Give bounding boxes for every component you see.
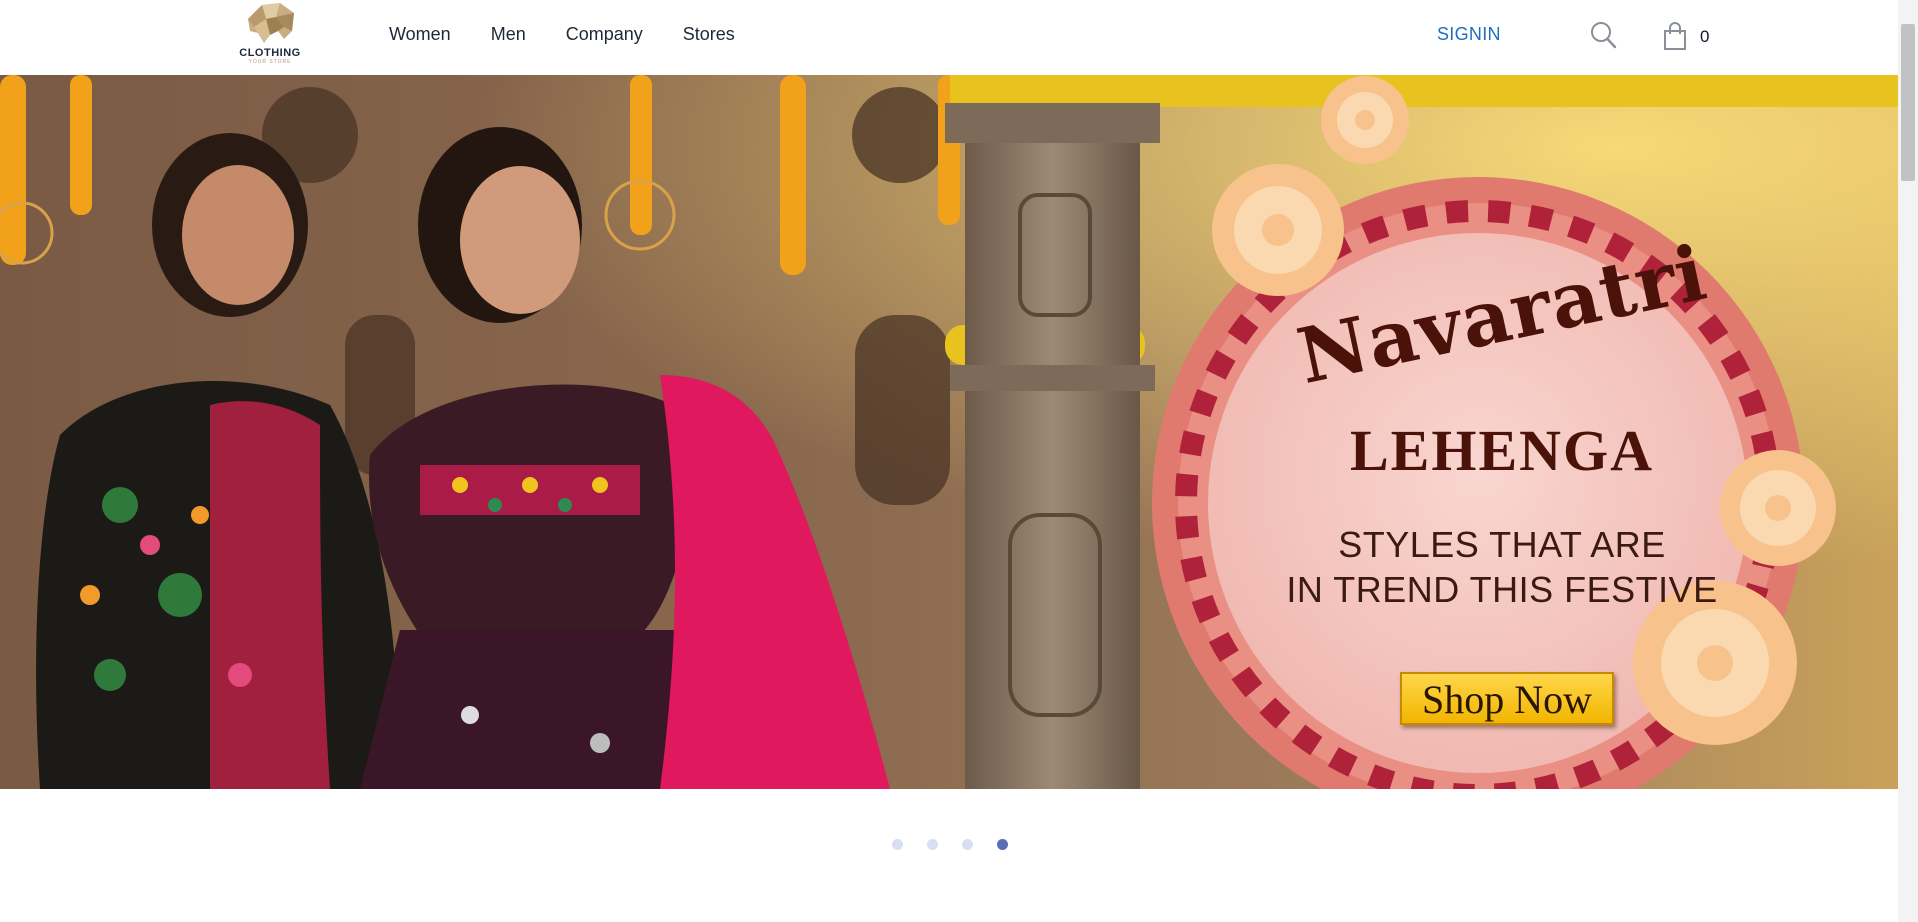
shopping-bag-icon [1664,22,1686,50]
elephant-logo-icon [248,3,294,43]
hero-banner[interactable]: Navaratri LEHENGA STYLES THAT ARE IN TRE… [0,75,1898,789]
cart-count: 0 [1700,27,1710,46]
shop-now-button[interactable]: Shop Now [1400,672,1614,725]
signin-link[interactable]: SIGNIN [1437,24,1501,45]
nav-men[interactable]: Men [491,24,526,45]
carousel-dot-3[interactable] [962,839,973,850]
search-icon [1591,22,1617,49]
site-header: CLOTHING YOUR STORE Women Men Company St… [0,0,1898,75]
carousel-dot-2[interactable] [927,839,938,850]
cart-button[interactable]: 0 [1661,21,1717,51]
hero-subtitle-line-2: IN TREND THIS FESTIVE [1286,569,1718,610]
brand-logo[interactable]: CLOTHING YOUR STORE [232,0,308,65]
logo-wordmark: CLOTHING [239,47,301,59]
main-nav: Women Men Company Stores [389,24,775,45]
scrollbar-thumb[interactable] [1901,24,1915,181]
hero-headline-lehenga: LEHENGA [1349,418,1655,483]
hero-subtitle-line-1: STYLES THAT ARE [1338,524,1666,565]
logo-tagline: YOUR STORE [248,59,292,65]
nav-women[interactable]: Women [389,24,451,45]
nav-company[interactable]: Company [566,24,643,45]
carousel-dot-1[interactable] [892,839,903,850]
nav-stores[interactable]: Stores [683,24,735,45]
search-button[interactable] [1590,20,1618,50]
carousel-dot-4[interactable] [997,839,1008,850]
